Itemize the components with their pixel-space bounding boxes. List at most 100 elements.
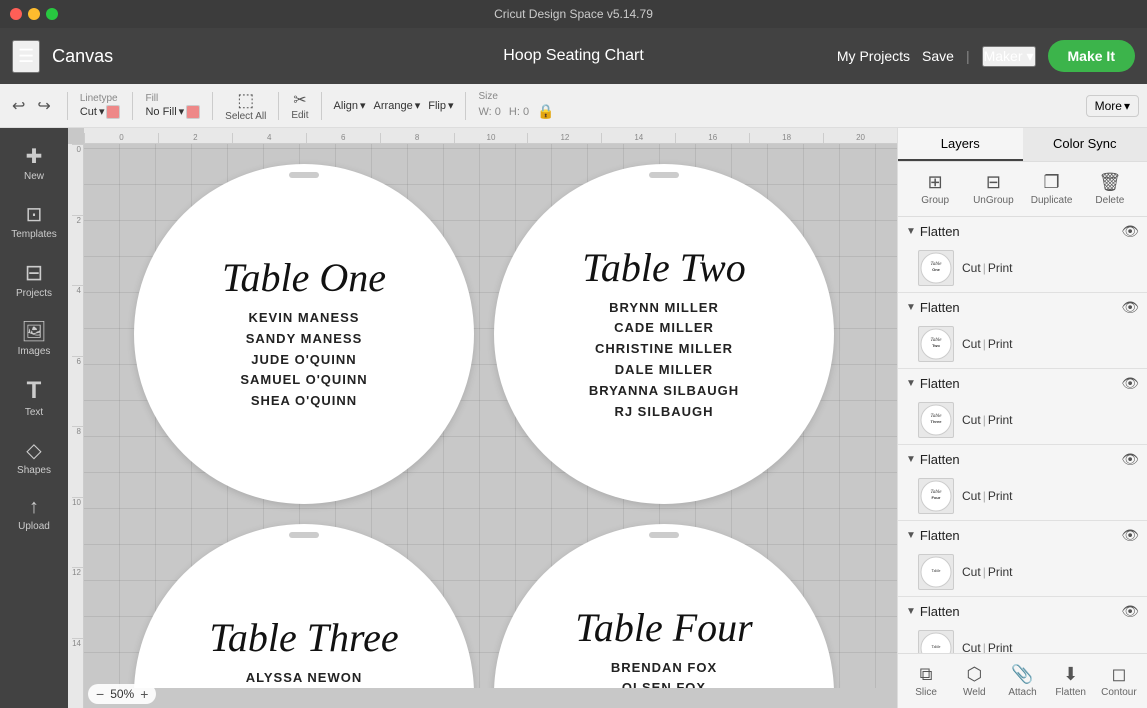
canvas-content: Table One KEVIN MANESSSANDY MANESSJUDE O… (84, 144, 897, 688)
visibility-icon-3[interactable]: 👁 (1121, 375, 1139, 392)
chevron-down-icon: ▾ (1124, 99, 1130, 113)
maker-label: Maker (984, 48, 1023, 64)
contour-icon: ◻ (1111, 664, 1126, 685)
weld-button[interactable]: ⬡ Weld (950, 660, 998, 702)
fill-select[interactable]: No Fill ▾ (145, 105, 184, 118)
layer-thumbnail-6: Table (918, 630, 954, 653)
flatten-label-1: Flatten (920, 224, 1121, 239)
sidebar-item-projects[interactable]: ⊟ Projects (4, 252, 64, 307)
text-icon: T (27, 377, 42, 405)
table-three-card[interactable]: Table Three ALYSSA NEWONBRYAN NEWONCORA … (134, 524, 474, 688)
collapse-arrow-icon: ▼ (906, 378, 916, 389)
table-one-card[interactable]: Table One KEVIN MANESSSANDY MANESSJUDE O… (134, 164, 474, 504)
layer-cut-print-5: Cut | Print (962, 565, 1013, 579)
edit-section[interactable]: ✂ Edit (291, 90, 308, 121)
chevron-down-icon: ▾ (415, 99, 421, 112)
sidebar-item-upload[interactable]: ↑ Upload (4, 488, 64, 540)
group-button[interactable]: ⊞ Group (906, 168, 964, 210)
traffic-lights (10, 8, 58, 20)
sidebar-item-images[interactable]: 🖼 Images (4, 311, 64, 365)
images-icon: 🖼 (21, 319, 46, 344)
flatten-header-3[interactable]: ▼ Flatten 👁 (898, 369, 1147, 398)
visibility-icon-6[interactable]: 👁 (1121, 603, 1139, 620)
flatten-header-2[interactable]: ▼ Flatten 👁 (898, 293, 1147, 322)
contour-button[interactable]: ◻ Contour (1095, 660, 1143, 702)
ungroup-button[interactable]: ⊟ UnGroup (964, 168, 1022, 210)
zoom-out-button[interactable]: − (96, 686, 104, 702)
print-label-2: Print (988, 337, 1013, 351)
sidebar-item-templates[interactable]: ⊡ Templates (4, 194, 64, 248)
flatten-header-6[interactable]: ▼ Flatten 👁 (898, 597, 1147, 626)
attach-button[interactable]: 📎 Attach (998, 660, 1046, 702)
table-one-name: Table One (222, 256, 386, 300)
sidebar-item-shapes[interactable]: ◇ Shapes (4, 430, 64, 484)
table-three-guests: ALYSSA NEWONBRYAN NEWONCORA NEWONDANICA … (246, 668, 363, 688)
fullscreen-button[interactable] (46, 8, 58, 20)
my-projects-button[interactable]: My Projects (837, 48, 910, 64)
sidebar-item-new[interactable]: ✚ New (4, 136, 64, 190)
layer-actions: ⊞ Group ⊟ UnGroup ❐ Duplicate 🗑 Delete (898, 162, 1147, 217)
flatten-bottom-button[interactable]: ⬇ Flatten (1047, 660, 1095, 702)
visibility-icon-1[interactable]: 👁 (1121, 223, 1139, 240)
visibility-icon-2[interactable]: 👁 (1121, 299, 1139, 316)
flatten-label-5: Flatten (920, 528, 1121, 543)
ruler-mark: 4 (232, 133, 306, 143)
layer-thumbnail-2: TableTwo (918, 326, 954, 362)
layer-cut-print-6: Cut | Print (962, 641, 1013, 653)
hamburger-button[interactable]: ☰ (12, 40, 40, 73)
flip-button[interactable]: Flip ▾ (428, 99, 453, 112)
slice-button[interactable]: ⧉ Slice (902, 660, 950, 702)
linetype-control: Linetype Cut ▾ (80, 93, 121, 119)
ungroup-label: UnGroup (973, 195, 1014, 206)
table-two-card[interactable]: Table Two BRYNN MILLERCADE MILLERCHRISTI… (494, 164, 834, 504)
flatten-header-5[interactable]: ▼ Flatten 👁 (898, 521, 1147, 550)
fill-value: No Fill (145, 106, 176, 118)
ruler-mark: 2 (158, 133, 232, 143)
arrange-button[interactable]: Arrange ▾ (374, 99, 421, 112)
minimize-button[interactable] (28, 8, 40, 20)
slice-icon: ⧉ (920, 664, 933, 685)
toolbar-divider-6 (465, 92, 466, 120)
ruler-mark: 12 (527, 133, 601, 143)
linetype-select[interactable]: Cut ▾ (80, 105, 105, 118)
select-all-label: Select All (225, 111, 266, 122)
chevron-down-icon: ▾ (179, 105, 185, 118)
zoom-level: 50% (110, 687, 134, 701)
print-label-5: Print (988, 565, 1013, 579)
make-it-button[interactable]: Make It (1048, 40, 1135, 72)
header-divider: | (966, 48, 970, 64)
flatten-header-1[interactable]: ▼ Flatten 👁 (898, 217, 1147, 246)
canvas-area[interactable]: 0 2 4 6 8 10 12 14 16 18 20 0 2 4 6 8 10 (68, 128, 897, 708)
tab-layers[interactable]: Layers (898, 128, 1023, 161)
zoom-in-button[interactable]: + (140, 686, 148, 702)
layer-thumbnail-3: TableThree (918, 402, 954, 438)
maker-button[interactable]: Maker ▾ (982, 46, 1036, 67)
table-four-card[interactable]: Table Four BRENDAN FOXOLSEN FOXSTEFANA F… (494, 524, 834, 688)
flatten-header-4[interactable]: ▼ Flatten 👁 (898, 445, 1147, 474)
table-one-handle (289, 172, 319, 178)
flatten-label-3: Flatten (920, 376, 1121, 391)
weld-label: Weld (963, 687, 986, 698)
sidebar-item-text[interactable]: T Text (4, 369, 64, 426)
align-button[interactable]: Align ▾ (334, 99, 366, 112)
tab-color-sync[interactable]: Color Sync (1023, 128, 1147, 161)
visibility-icon-4[interactable]: 👁 (1121, 451, 1139, 468)
left-sidebar: ✚ New ⊡ Templates ⊟ Projects 🖼 Images T … (0, 128, 68, 708)
ruler-mark: 4 (72, 285, 83, 356)
toolbar-divider-4 (278, 92, 279, 120)
ruler-mark: 10 (454, 133, 528, 143)
redo-button[interactable]: ↪ (33, 94, 54, 118)
attach-icon: 📎 (1011, 664, 1033, 685)
undo-button[interactable]: ↩ (8, 94, 29, 118)
chevron-down-icon: ▾ (99, 105, 105, 118)
flatten-content-6: Table Cut | Print (898, 626, 1147, 653)
duplicate-button[interactable]: ❐ Duplicate (1023, 168, 1081, 210)
align-label: Align (334, 100, 358, 112)
ruler-mark: 0 (84, 133, 158, 143)
visibility-icon-5[interactable]: 👁 (1121, 527, 1139, 544)
save-button[interactable]: Save (922, 48, 954, 64)
close-button[interactable] (10, 8, 22, 20)
more-button[interactable]: More ▾ (1086, 95, 1139, 117)
delete-button[interactable]: 🗑 Delete (1081, 168, 1139, 210)
select-all-section[interactable]: ⬚ Select All (225, 90, 266, 122)
